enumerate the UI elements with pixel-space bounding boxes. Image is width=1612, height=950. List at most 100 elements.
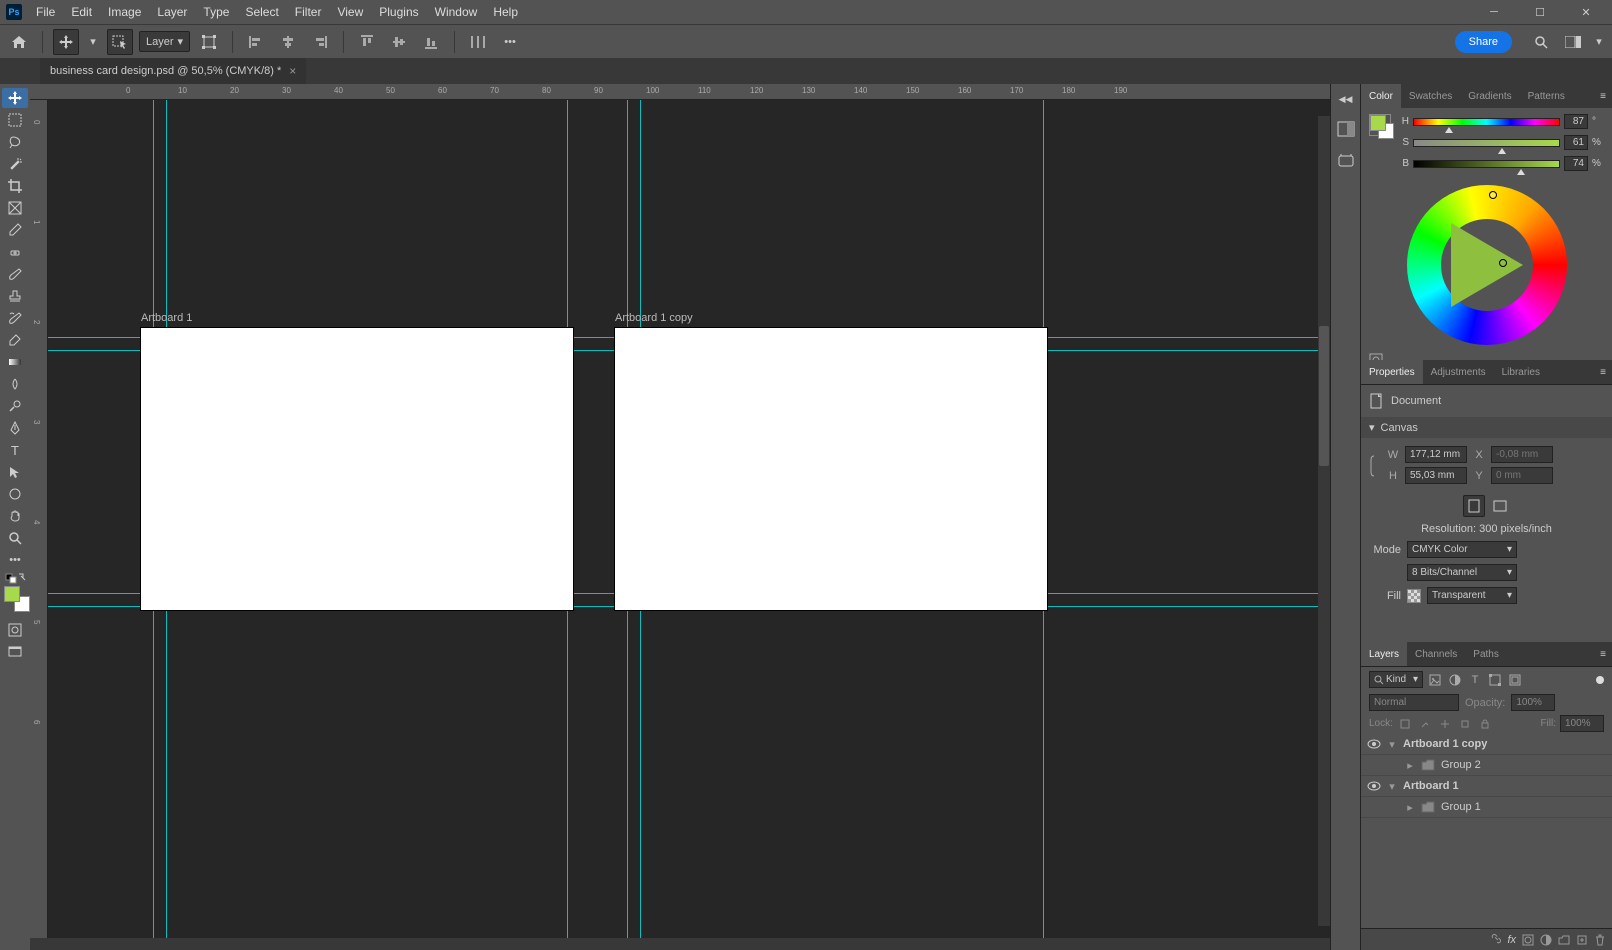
hue-slider[interactable] xyxy=(1413,118,1560,126)
menu-type[interactable]: Type xyxy=(195,1,237,23)
path-select-tool[interactable] xyxy=(2,462,28,482)
search-button[interactable] xyxy=(1528,29,1554,55)
pen-tool[interactable] xyxy=(2,418,28,438)
height-input[interactable]: 55,03 mm xyxy=(1405,467,1467,484)
menu-image[interactable]: Image xyxy=(100,1,149,23)
filter-shape-icon[interactable] xyxy=(1487,672,1503,688)
marquee-tool[interactable] xyxy=(2,110,28,130)
menu-select[interactable]: Select xyxy=(237,1,286,23)
expand-toggle[interactable]: ▸ xyxy=(1405,759,1415,772)
y-input[interactable]: 0 mm xyxy=(1491,467,1553,484)
ruler-horizontal[interactable]: 0 10 20 30 40 50 60 70 80 90 100 110 120… xyxy=(30,84,1330,100)
dodge-tool[interactable] xyxy=(2,396,28,416)
menu-file[interactable]: File xyxy=(28,1,63,23)
visibility-toggle[interactable] xyxy=(1385,758,1399,772)
move-tool-icon[interactable] xyxy=(53,29,79,55)
expand-toggle[interactable]: ▾ xyxy=(1387,738,1397,751)
align-top[interactable] xyxy=(354,29,380,55)
expand-dock-icon[interactable]: ◀◀ xyxy=(1339,94,1353,105)
quick-mask-toggle[interactable] xyxy=(2,620,28,640)
tab-patterns[interactable]: Patterns xyxy=(1520,84,1573,108)
lock-all-icon[interactable] xyxy=(1397,716,1413,732)
tab-color[interactable]: Color xyxy=(1361,84,1401,108)
workspace-button[interactable] xyxy=(1560,29,1586,55)
panel-menu-icon[interactable]: ≡ xyxy=(1594,84,1612,108)
default-colors-icon[interactable] xyxy=(4,572,26,582)
delete-layer-icon[interactable] xyxy=(1594,934,1606,946)
group-layers-icon[interactable] xyxy=(1558,935,1570,945)
visibility-toggle[interactable] xyxy=(1385,800,1399,814)
lock-position-icon[interactable] xyxy=(1437,716,1453,732)
lasso-tool[interactable] xyxy=(2,132,28,152)
filter-smart-icon[interactable] xyxy=(1507,672,1523,688)
mode-select[interactable]: CMYK Color▾ xyxy=(1407,541,1517,558)
window-minimize[interactable]: ─ xyxy=(1480,2,1508,22)
type-tool[interactable]: T xyxy=(2,440,28,460)
panel-icon-1[interactable] xyxy=(1337,121,1355,137)
tab-layers[interactable]: Layers xyxy=(1361,642,1407,666)
layer-mask-icon[interactable] xyxy=(1522,934,1534,946)
auto-select-target[interactable]: Layer▾ xyxy=(139,31,190,52)
filter-kind[interactable]: Kind▾ xyxy=(1369,671,1423,688)
color-swatch[interactable] xyxy=(1369,114,1391,136)
sat-input[interactable]: 61 xyxy=(1564,135,1588,150)
workspace-dropdown[interactable]: ▾ xyxy=(1592,29,1606,55)
filter-type-icon[interactable]: T xyxy=(1467,672,1483,688)
expand-toggle[interactable]: ▾ xyxy=(1387,780,1397,793)
link-layers-icon[interactable] xyxy=(1489,934,1501,946)
color-wheel[interactable] xyxy=(1407,185,1567,345)
tab-properties[interactable]: Properties xyxy=(1361,360,1423,384)
menu-help[interactable]: Help xyxy=(485,1,526,23)
orientation-landscape[interactable] xyxy=(1489,495,1511,517)
visibility-toggle[interactable] xyxy=(1367,737,1381,751)
blend-mode[interactable]: Normal xyxy=(1369,694,1459,711)
layer-name[interactable]: Artboard 1 xyxy=(1403,780,1459,792)
layer-name[interactable]: Group 1 xyxy=(1441,801,1481,813)
healing-tool[interactable] xyxy=(2,242,28,262)
tab-libraries[interactable]: Libraries xyxy=(1494,360,1548,384)
tab-close[interactable]: × xyxy=(289,64,296,78)
window-maximize[interactable]: ☐ xyxy=(1526,2,1554,22)
tab-paths[interactable]: Paths xyxy=(1465,642,1507,666)
layer-artboard[interactable]: ▾ Artboard 1 copy xyxy=(1361,734,1612,755)
width-input[interactable]: 177,12 mm xyxy=(1405,446,1467,463)
lock-artboard-icon[interactable] xyxy=(1457,716,1473,732)
menu-layer[interactable]: Layer xyxy=(149,1,195,23)
brush-tool[interactable] xyxy=(2,264,28,284)
filter-toggle[interactable] xyxy=(1596,676,1604,684)
artboard-label[interactable]: Artboard 1 copy xyxy=(615,312,693,324)
transform-controls-toggle[interactable] xyxy=(196,29,222,55)
eyedropper-tool[interactable] xyxy=(2,220,28,240)
share-button[interactable]: Share xyxy=(1455,31,1512,53)
scrollbar-horizontal[interactable] xyxy=(30,938,1330,950)
zoom-tool[interactable] xyxy=(2,528,28,548)
bri-slider[interactable] xyxy=(1413,160,1560,168)
history-brush-tool[interactable] xyxy=(2,308,28,328)
auto-select-toggle[interactable] xyxy=(107,29,133,55)
sat-slider[interactable] xyxy=(1413,139,1560,147)
filter-adjust-icon[interactable] xyxy=(1447,672,1463,688)
align-right[interactable] xyxy=(307,29,333,55)
color-swatches[interactable] xyxy=(4,586,26,608)
distribute-h[interactable] xyxy=(465,29,491,55)
adjustment-layer-icon[interactable] xyxy=(1540,934,1552,946)
menu-edit[interactable]: Edit xyxy=(63,1,100,23)
window-close[interactable]: ✕ xyxy=(1572,2,1600,22)
artboard-1[interactable]: Artboard 1 xyxy=(141,328,573,610)
orientation-portrait[interactable] xyxy=(1463,495,1485,517)
align-hcenter[interactable] xyxy=(275,29,301,55)
scrollbar-vertical[interactable] xyxy=(1318,116,1330,926)
fill-swatch[interactable] xyxy=(1407,589,1421,603)
hand-tool[interactable] xyxy=(2,506,28,526)
new-layer-icon[interactable] xyxy=(1576,934,1588,946)
gradient-tool[interactable] xyxy=(2,352,28,372)
move-tool-dropdown[interactable]: ▾ xyxy=(85,29,101,55)
align-left[interactable] xyxy=(243,29,269,55)
blur-tool[interactable] xyxy=(2,374,28,394)
wand-tool[interactable] xyxy=(2,154,28,174)
stamp-tool[interactable] xyxy=(2,286,28,306)
expand-toggle[interactable]: ▸ xyxy=(1405,801,1415,814)
document-tab[interactable]: business card design.psd @ 50,5% (CMYK/8… xyxy=(40,58,306,84)
artboard-label[interactable]: Artboard 1 xyxy=(141,312,192,324)
shape-tool[interactable] xyxy=(2,484,28,504)
